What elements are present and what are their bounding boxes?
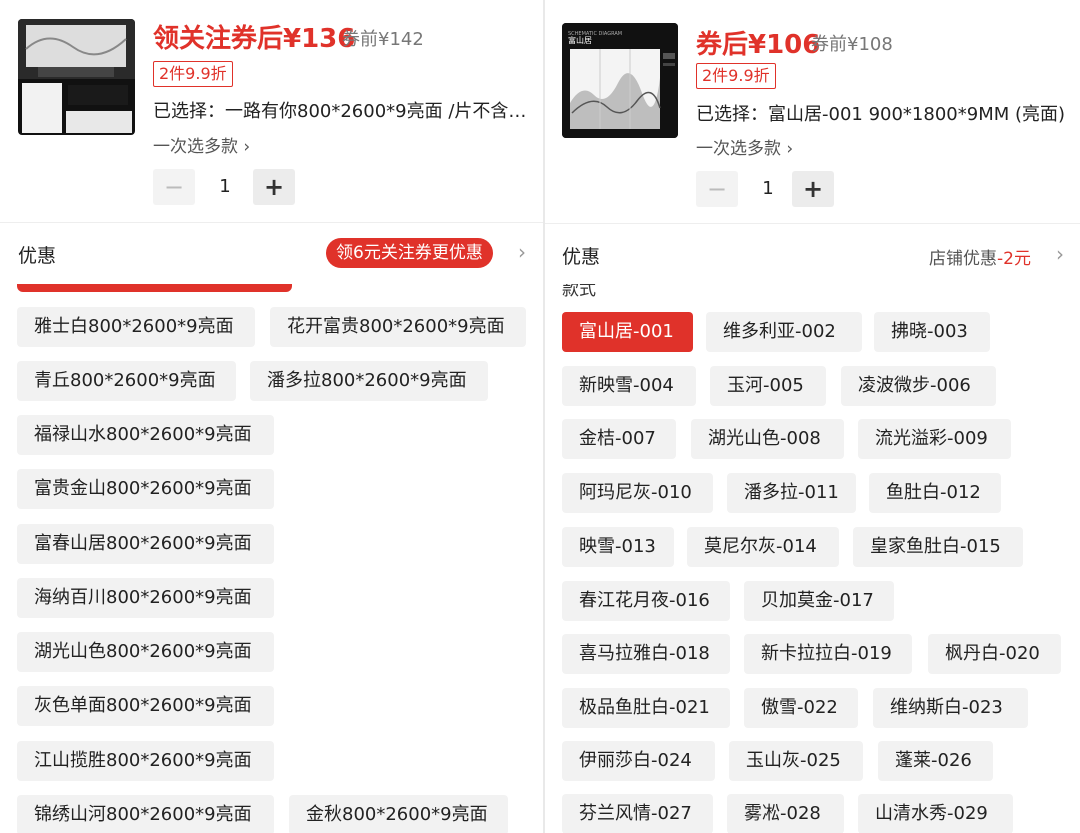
- variant-option[interactable]: 拂晓-003: [874, 312, 990, 352]
- price-before-coupon: 券前¥108: [811, 34, 893, 55]
- variant-option[interactable]: 江山揽胜800*2600*9亮面: [17, 741, 274, 781]
- variant-option[interactable]: 维纳斯白-023: [873, 688, 1028, 728]
- variant-option[interactable]: 枫丹白-020: [928, 634, 1061, 674]
- variant-option[interactable]: 锦绣山河800*2600*9亮面: [17, 795, 274, 833]
- price-after-coupon: 领关注券后¥136: [153, 24, 356, 54]
- price-before-coupon: 券前¥142: [342, 29, 424, 50]
- increase-button[interactable]: +: [253, 169, 295, 205]
- variant-option[interactable]: 福禄山水800*2600*9亮面: [17, 415, 274, 455]
- variant-option[interactable]: 青丘800*2600*9亮面: [17, 361, 236, 401]
- variant-option[interactable]: 映雪-013: [562, 527, 674, 567]
- variant-option[interactable]: 春江花月夜-016: [562, 581, 730, 621]
- promo-label: 优惠: [18, 245, 57, 267]
- variant-option[interactable]: 贝加莫金-017: [744, 581, 894, 621]
- variant-option[interactable]: 金秋800*2600*9亮面: [289, 795, 508, 833]
- scroll-indicator: [17, 284, 292, 292]
- shop-promo-amount: -2元: [997, 249, 1031, 269]
- decrease-button[interactable]: −: [153, 169, 195, 205]
- variant-option[interactable]: 花开富贵800*2600*9亮面: [270, 307, 526, 347]
- price-after-coupon: 券后¥106: [696, 30, 821, 60]
- variant-option[interactable]: 凌波微步-006: [841, 366, 996, 406]
- variant-option[interactable]: 皇家鱼肚白-015: [853, 527, 1023, 567]
- quantity-stepper: − 1 +: [153, 169, 298, 207]
- right-product-panel: SCHEMATIC DIAGRAM 富山居 券后¥106 券前¥108 2件9.…: [545, 0, 1080, 833]
- variant-option[interactable]: 灰色单面800*2600*9亮面: [17, 686, 274, 726]
- chevron-right-icon: ›: [786, 139, 794, 159]
- shop-promo-link[interactable]: 店铺优惠-2元: [929, 244, 1031, 269]
- discount-tag: 2件9.9折: [696, 63, 776, 89]
- multi-select-label: 一次选多款: [696, 139, 781, 159]
- variant-option[interactable]: 鱼肚白-012: [869, 473, 1001, 513]
- variant-option[interactable]: 维多利亚-002: [706, 312, 862, 352]
- quantity-value[interactable]: 1: [738, 171, 798, 207]
- promo-label: 优惠: [562, 246, 601, 268]
- variant-option[interactable]: 潘多拉800*2600*9亮面: [250, 361, 488, 401]
- variant-option[interactable]: 玉河-005: [710, 366, 826, 406]
- product-thumbnail[interactable]: [18, 19, 135, 135]
- quantity-stepper: − 1 +: [696, 171, 841, 209]
- discount-tag: 2件9.9折: [153, 61, 233, 87]
- variant-option[interactable]: 傲雪-022: [744, 688, 858, 728]
- divider: [545, 223, 1080, 224]
- quantity-value[interactable]: 1: [195, 169, 255, 205]
- thumbnail-title: 富山居: [568, 36, 592, 45]
- multi-select-link[interactable]: 一次选多款 ›: [153, 132, 250, 157]
- left-product-panel: 领关注券后¥136 券前¥142 2件9.9折 已选择：一路有你800*2600…: [0, 0, 543, 833]
- follow-coupon-button[interactable]: 领6元关注券更优惠: [326, 238, 493, 268]
- variant-option[interactable]: 金桔-007: [562, 419, 676, 459]
- variant-option[interactable]: 莫尼尔灰-014: [687, 527, 839, 567]
- variant-option[interactable]: 雅士白800*2600*9亮面: [17, 307, 255, 347]
- variant-option[interactable]: 富贵金山800*2600*9亮面: [17, 469, 274, 509]
- variant-option[interactable]: 玉山灰-025: [729, 741, 863, 781]
- divider: [0, 222, 543, 223]
- multi-select-link[interactable]: 一次选多款 ›: [696, 134, 793, 159]
- chevron-right-icon[interactable]: ›: [1056, 242, 1064, 266]
- selected-variant: 已选择：一路有你800*2600*9亮面 /片不含…: [153, 101, 527, 122]
- chevron-right-icon[interactable]: ›: [518, 240, 526, 264]
- variant-option[interactable]: 流光溢彩-009: [858, 419, 1011, 459]
- variant-option[interactable]: 富山居-001: [562, 312, 693, 352]
- variant-option[interactable]: 极品鱼肚白-021: [562, 688, 730, 728]
- variant-option[interactable]: 阿玛尼灰-010: [562, 473, 713, 513]
- variant-option[interactable]: 潘多拉-011: [727, 473, 856, 513]
- chevron-right-icon: ›: [243, 137, 251, 157]
- shop-promo-text: 店铺优惠: [929, 249, 997, 269]
- variant-option[interactable]: 富春山居800*2600*9亮面: [17, 524, 274, 564]
- increase-button[interactable]: +: [792, 171, 834, 207]
- decrease-button[interactable]: −: [696, 171, 738, 207]
- variant-option[interactable]: 喜马拉雅白-018: [562, 634, 730, 674]
- variant-option[interactable]: 新卡拉拉白-019: [744, 634, 912, 674]
- selected-variant: 已选择：富山居-001 900*1800*9MM (亮面): [696, 104, 1066, 125]
- product-thumbnail[interactable]: SCHEMATIC DIAGRAM 富山居: [562, 23, 678, 138]
- variant-option[interactable]: 蓬莱-026: [878, 741, 993, 781]
- multi-select-label: 一次选多款: [153, 137, 238, 157]
- variant-option[interactable]: 湖光山色800*2600*9亮面: [17, 632, 274, 672]
- variant-option[interactable]: 芬兰风情-027: [562, 794, 713, 833]
- variant-option[interactable]: 伊丽莎白-024: [562, 741, 715, 781]
- variant-option[interactable]: 湖光山色-008: [691, 419, 844, 459]
- variant-option[interactable]: 雾凇-028: [727, 794, 844, 833]
- section-label-style: 款式: [562, 280, 596, 300]
- variant-option[interactable]: 新映雪-004: [562, 366, 696, 406]
- variant-option[interactable]: 山清水秀-029: [858, 794, 1013, 833]
- variant-option[interactable]: 海纳百川800*2600*9亮面: [17, 578, 274, 618]
